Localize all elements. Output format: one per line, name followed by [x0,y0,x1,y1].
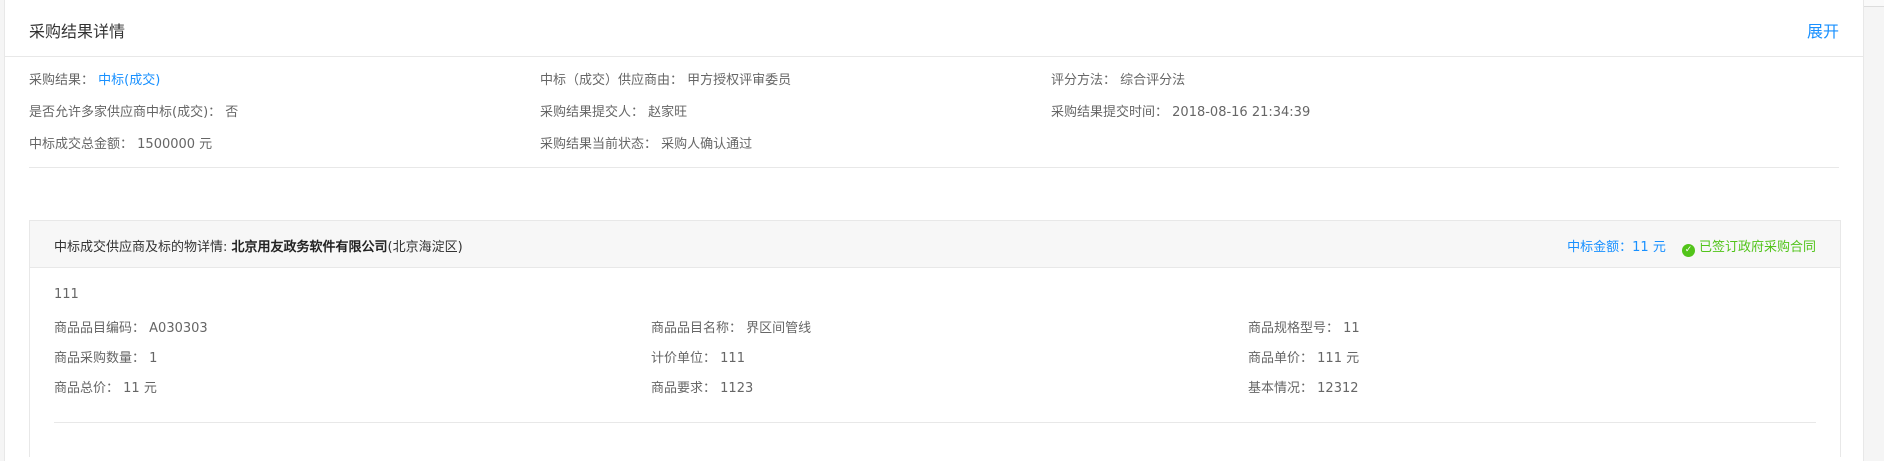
item-basic-info-label: 基本情况： [1248,381,1314,396]
reason-label: 中标（成交）供应商由： [540,73,684,88]
result-value: 中标(成交) [98,73,161,88]
procurement-result-panel: 采购结果详情 展开 采购结果： 中标(成交) 中标（成交）供应商由： 甲方授权评… [4,0,1864,461]
method-value: 综合评分法 [1120,73,1186,88]
total-amount-value: 1500000 元 [137,137,213,152]
status-value: 采购人确认通过 [661,137,753,152]
supplier-heading-label: 中标成交供应商及标的物详情: [54,240,228,255]
result-field: 采购结果： 中标(成交) [29,69,160,88]
submit-time-field: 采购结果提交时间： 2018-08-16 21:34:39 [1051,101,1310,120]
item-name: 111 [54,287,79,302]
method-label: 评分方法： [1051,73,1117,88]
status-field: 采购结果当前状态： 采购人确认通过 [540,133,752,152]
total-amount-field: 中标成交总金额： 1500000 元 [29,133,212,152]
item-category-value: 界区间管线 [746,321,812,336]
item-model-value: 11 [1343,321,1360,336]
multi-winner-field: 是否允许多家供应商中标(成交)： 否 [29,101,238,120]
item-basic-info-field: 基本情况： 12312 [1248,377,1359,396]
supplier-title: 中标成交供应商及标的物详情: 北京用友政务软件有限公司(北京海淀区) [54,236,463,255]
item-unit-label: 计价单位： [651,351,717,366]
item-code-field: 商品品目编码： A030303 [54,317,208,336]
item-code-label: 商品品目编码： [54,321,146,336]
submit-time-label: 采购结果提交时间： [1051,105,1169,120]
item-quantity-label: 商品采购数量： [54,351,146,366]
item-total-value: 11 元 [123,381,157,396]
item-model-label: 商品规格型号： [1248,321,1340,336]
multi-winner-value: 否 [225,105,239,120]
expand-link[interactable]: 展开 [1807,18,1839,42]
multi-winner-label: 是否允许多家供应商中标(成交)： [29,105,222,120]
window-corner [1863,0,1884,7]
status-label: 采购结果当前状态： [540,137,658,152]
item-quantity-field: 商品采购数量： 1 [54,347,157,366]
supplier-detail-card: 中标成交供应商及标的物详情: 北京用友政务软件有限公司(北京海淀区) 中标金额：… [29,220,1841,457]
divider [29,167,1839,168]
item-code-value: A030303 [149,321,208,336]
supplier-company: 北京用友政务软件有限公司 [231,240,388,255]
method-field: 评分方法： 综合评分法 [1051,69,1185,88]
item-category-label: 商品品目名称： [651,321,743,336]
item-requirement-label: 商品要求： [651,381,717,396]
supplier-header-right: 中标金额：11 元 ✓ 已签订政府采购合同 [1567,236,1816,257]
total-amount-label: 中标成交总金额： [29,137,134,152]
item-basic-info-value: 12312 [1317,381,1359,396]
reason-field: 中标（成交）供应商由： 甲方授权评审委员 [540,69,791,88]
item-model-field: 商品规格型号： 11 [1248,317,1360,336]
check-circle-icon: ✓ [1681,244,1695,257]
item-price-field: 商品单价： 111 元 [1248,347,1359,366]
result-summary: 采购结果： 中标(成交) 中标（成交）供应商由： 甲方授权评审委员 评分方法： … [5,57,1863,202]
item-requirement-value: 1123 [720,381,754,396]
submitter-label: 采购结果提交人： [540,105,645,120]
item-category-field: 商品品目名称： 界区间管线 [651,317,811,336]
supplier-region: (北京海淀区) [387,240,463,255]
item-total-label: 商品总价： [54,381,120,396]
reason-value: 甲方授权评审委员 [687,73,792,88]
submitter-field: 采购结果提交人： 赵家旺 [540,101,687,120]
contract-status-text: 已签订政府采购合同 [1698,240,1816,255]
submitter-value: 赵家旺 [648,105,688,120]
panel-header: 采购结果详情 展开 [5,0,1863,57]
submit-time-value: 2018-08-16 21:34:39 [1172,105,1311,120]
item-price-label: 商品单价： [1248,351,1314,366]
item-total-field: 商品总价： 11 元 [54,377,157,396]
winning-amount: 中标金额：11 元 [1567,240,1666,255]
result-label: 采购结果： [29,73,95,88]
item-requirement-field: 商品要求： 1123 [651,377,753,396]
contract-status-badge: ✓ 已签订政府采购合同 [1681,240,1816,257]
item-quantity-value: 1 [149,351,158,366]
page-title: 采购结果详情 [29,22,126,41]
item-unit-value: 111 [720,351,745,366]
supplier-header: 中标成交供应商及标的物详情: 北京用友政务软件有限公司(北京海淀区) 中标金额：… [30,221,1840,268]
item-divider [54,422,1816,423]
item-price-value: 111 元 [1317,351,1360,366]
item-unit-field: 计价单位： 111 [651,347,745,366]
